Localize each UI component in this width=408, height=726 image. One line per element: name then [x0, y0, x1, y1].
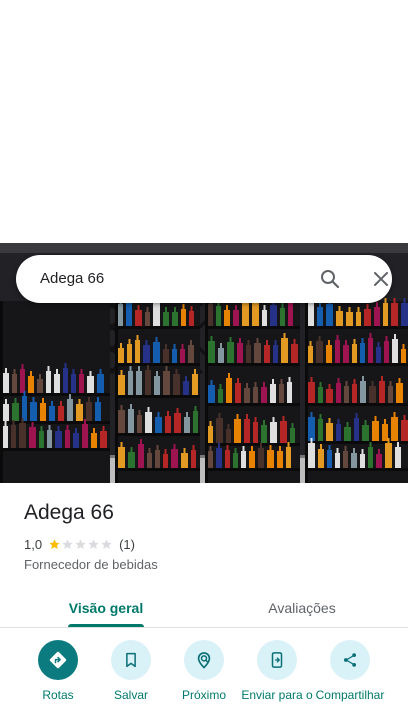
rating-row[interactable]: 1,0 (1) — [24, 537, 135, 552]
directions-label: Rotas — [42, 688, 74, 702]
nearby-button[interactable]: Próximo — [164, 640, 244, 702]
search-icon[interactable] — [318, 267, 342, 291]
place-title: Adega 66 — [24, 501, 114, 524]
star-rating — [48, 538, 113, 551]
bookmark-icon — [126, 652, 136, 668]
share-button[interactable]: Compartilhar — [310, 640, 390, 702]
star-empty-icon — [75, 539, 86, 549]
search-bar[interactable]: Adega 66 — [16, 255, 392, 303]
tab-reviews[interactable]: Avaliações — [252, 588, 352, 628]
send-to-phone-label: Enviar para o — [241, 688, 313, 702]
share-icon — [344, 653, 356, 667]
action-bar: Rotas Salvar Próximo Enviar para o Compa… — [0, 640, 408, 726]
search-input[interactable]: Adega 66 — [40, 270, 104, 287]
send-to-phone-button[interactable]: Enviar para o — [237, 640, 317, 702]
send-to-phone-button-circle[interactable] — [257, 640, 297, 680]
tab-overview[interactable]: Visão geral — [56, 588, 156, 628]
review-count: (1) — [119, 537, 135, 552]
nearby-label: Próximo — [181, 688, 226, 702]
tab-bar: Visão geral Avaliações — [0, 588, 408, 628]
star-empty-icon — [101, 539, 112, 549]
share-label: Compartilhar — [315, 688, 385, 702]
directions-button-circle[interactable] — [38, 640, 78, 680]
send-to-phone-icon — [271, 652, 283, 668]
place-category[interactable]: Fornecedor de bebidas — [24, 557, 158, 572]
save-button-circle[interactable] — [111, 640, 151, 680]
nearby-icon — [197, 652, 211, 669]
nearby-button-circle[interactable] — [184, 640, 224, 680]
directions-icon — [49, 651, 67, 669]
rating-value: 1,0 — [24, 537, 43, 552]
star-empty-icon — [88, 539, 99, 549]
save-button[interactable]: Salvar — [91, 640, 171, 702]
close-icon[interactable] — [369, 267, 393, 291]
save-label: Salvar — [113, 688, 148, 702]
star-filled-icon — [49, 539, 60, 549]
star-empty-icon — [62, 539, 73, 549]
directions-button[interactable]: Rotas — [18, 640, 98, 702]
active-tab-indicator — [68, 624, 144, 627]
map-area[interactable] — [0, 0, 408, 243]
share-button-circle[interactable] — [330, 640, 370, 680]
